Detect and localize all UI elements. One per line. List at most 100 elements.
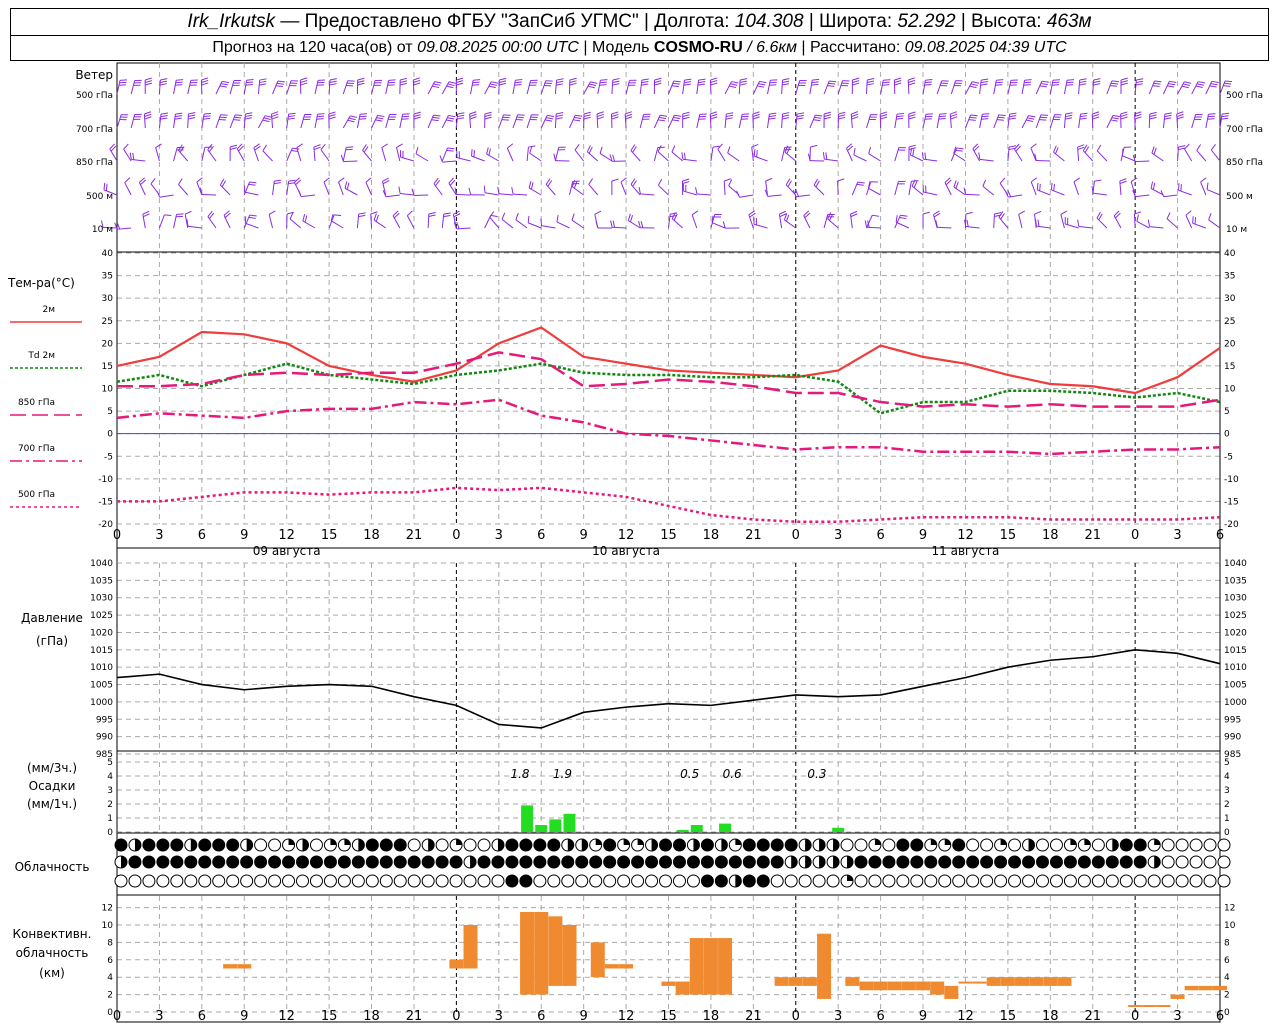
cloud-cover-icon bbox=[561, 856, 574, 868]
wind-barb-flag bbox=[589, 83, 597, 87]
wind-barb-flag bbox=[682, 116, 690, 120]
wind-barb-flag bbox=[1181, 85, 1189, 89]
wind-barb-flag bbox=[302, 214, 306, 222]
cloud-cover-icon bbox=[805, 856, 812, 868]
wind-barb-flag bbox=[596, 111, 604, 115]
wind-barb bbox=[526, 147, 529, 162]
cloud-cover-icon bbox=[324, 856, 337, 868]
wind-barb-flag bbox=[697, 83, 705, 86]
cloud-cover-icon bbox=[896, 839, 909, 851]
wind-barb-flag bbox=[433, 114, 441, 117]
wind-barb-flag bbox=[758, 83, 766, 86]
time-tick-label: 12 bbox=[957, 1009, 974, 1024]
wind-barb-flag bbox=[1024, 81, 1032, 84]
wind-barb-flag bbox=[244, 216, 247, 224]
wind-barb bbox=[1092, 192, 1107, 196]
time-tick-label: 18 bbox=[363, 1009, 380, 1024]
wind-barb bbox=[574, 149, 585, 162]
cloud-cover-icon bbox=[394, 856, 407, 868]
time-tick-label: 21 bbox=[406, 528, 423, 543]
wind-barb-flag bbox=[654, 80, 662, 84]
wind-barb-flag bbox=[612, 220, 616, 228]
wind-barb-flag bbox=[1198, 81, 1206, 84]
cloud-cover-icon bbox=[673, 856, 686, 868]
wind-barb-flag bbox=[443, 212, 451, 215]
wind-barb bbox=[406, 215, 415, 229]
wind-level-label-left: 700 гПа bbox=[76, 125, 113, 135]
wind-barb-flag bbox=[950, 111, 958, 115]
convective-bar bbox=[1198, 985, 1213, 991]
wind-barb-flag bbox=[571, 213, 575, 221]
cloud-cover-icon bbox=[1008, 874, 1022, 888]
cloud-cover-icon bbox=[617, 856, 630, 868]
wind-barb-flag bbox=[739, 80, 747, 84]
wind-barb-flag bbox=[710, 116, 718, 120]
wind-barb-flag bbox=[456, 80, 464, 84]
wind-barb-flag bbox=[428, 212, 436, 215]
wind-barb-flag bbox=[782, 114, 790, 118]
wind-barb-flag bbox=[982, 179, 987, 187]
wind-barb-flag bbox=[292, 147, 300, 150]
cloud-cover-icon bbox=[408, 856, 421, 868]
cloud-cover-icon bbox=[595, 839, 602, 845]
time-tick-label: 6 bbox=[876, 528, 884, 543]
wind-barb bbox=[588, 184, 599, 196]
wind-barb-flag bbox=[1164, 112, 1172, 115]
wind-barb-flag bbox=[981, 78, 989, 81]
cloud-cover-icon bbox=[212, 856, 225, 868]
convective-bar bbox=[958, 981, 973, 984]
cloud-cover-icon bbox=[617, 874, 631, 888]
wind-barb-flag bbox=[908, 82, 916, 86]
cloud-cover-icon bbox=[924, 856, 937, 868]
pressure-tick-left: 1010 bbox=[90, 663, 113, 673]
cloud-cover-icon bbox=[603, 874, 617, 888]
cloud-cover-icon bbox=[854, 838, 868, 852]
wind-barb-flag bbox=[497, 186, 500, 194]
cloud-cover-icon bbox=[854, 874, 868, 888]
wind-barb-flag bbox=[1093, 80, 1101, 84]
wind-barb-flag bbox=[1037, 219, 1040, 227]
wind-barb-flag bbox=[472, 81, 480, 84]
wind-barb bbox=[691, 214, 698, 229]
wind-barb-flag bbox=[313, 146, 321, 151]
wind-barb-flag bbox=[698, 78, 706, 81]
temp-tick-right: 0 bbox=[1224, 430, 1230, 440]
temp-tick-left: 35 bbox=[102, 272, 113, 282]
cloud-cover-icon bbox=[1064, 856, 1077, 868]
wind-barb bbox=[201, 193, 217, 196]
cloudiness-panel bbox=[114, 838, 1231, 888]
wind-barb-flag bbox=[1051, 84, 1060, 86]
wind-level-label-right: 500 м bbox=[1226, 192, 1253, 202]
wind-barb-flag bbox=[288, 112, 296, 115]
wind-barb-flag bbox=[583, 116, 591, 120]
wind-barb-flag bbox=[611, 113, 619, 118]
wind-barb bbox=[723, 180, 726, 196]
cloud-cover-icon bbox=[142, 856, 155, 868]
cloud-cover-icon bbox=[645, 856, 658, 868]
wind-barb-flag bbox=[982, 113, 990, 115]
wind-barb-flag bbox=[1135, 83, 1143, 86]
wind-barb-flag bbox=[894, 82, 902, 86]
cloud-cover-icon bbox=[833, 856, 840, 868]
day-label: 11 августа bbox=[932, 544, 1000, 558]
wind-barb-flag bbox=[1091, 186, 1094, 194]
wind-barb-flag bbox=[398, 186, 401, 194]
convective-title-1: Конвективн. bbox=[13, 927, 92, 941]
wind-barb-flag bbox=[882, 84, 890, 86]
wind-barb-flag bbox=[682, 111, 690, 115]
cloud-cover-icon bbox=[156, 839, 169, 851]
convective-bar bbox=[944, 985, 959, 999]
wind-barb bbox=[671, 151, 683, 162]
wind-barb-flag bbox=[1149, 114, 1157, 118]
wind-barb-flag bbox=[1209, 85, 1217, 88]
wind-barb-flag bbox=[432, 85, 440, 89]
wind-barb bbox=[1130, 181, 1136, 196]
wind-barb-flag bbox=[837, 178, 845, 182]
cloud-cover-icon bbox=[170, 856, 183, 868]
wind-barb-flag bbox=[230, 144, 238, 148]
wind-barb-flag bbox=[1184, 143, 1190, 150]
temp-tick-right: 5 bbox=[1224, 407, 1230, 417]
wind-barb-flag bbox=[274, 179, 282, 182]
wind-barb-flag bbox=[502, 116, 510, 119]
wind-barb-flag bbox=[851, 116, 859, 120]
